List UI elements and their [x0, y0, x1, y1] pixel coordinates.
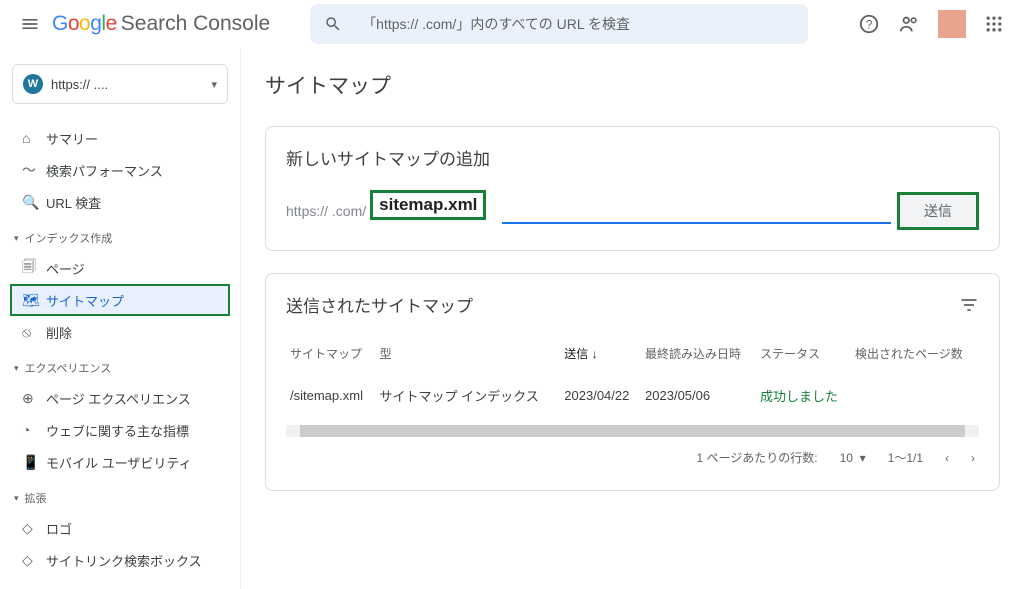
table-row[interactable]: /sitemap.xml サイトマップ インデックス 2023/04/22 20…: [286, 372, 979, 419]
url-prefix: https:// .com/: [286, 203, 366, 219]
nav-summary[interactable]: ⌂サマリー: [0, 122, 240, 154]
rows-per-page-select[interactable]: 10 ▾: [840, 451, 866, 465]
chevron-down-icon: ▾: [211, 78, 217, 91]
next-page-button[interactable]: ›: [971, 451, 975, 465]
col-discovered[interactable]: 検出されたページ数: [851, 335, 979, 372]
col-status[interactable]: ステータス: [756, 335, 851, 372]
search-placeholder: 「https:// .com/」内のすべての URL を検査: [362, 14, 630, 34]
sitemap-icon: 🗺: [22, 292, 46, 309]
nav-pages[interactable]: 🗐ページ: [0, 252, 240, 284]
filter-icon[interactable]: [959, 295, 979, 315]
col-type[interactable]: 型: [375, 335, 560, 372]
nav-removals[interactable]: ⦸削除: [0, 316, 240, 348]
plus-circle-icon: ⊕: [22, 390, 46, 407]
trend-icon: 〜: [22, 160, 46, 180]
sitemap-input-value: sitemap.xml: [370, 190, 486, 220]
cell-sent: 2023/04/22: [560, 372, 641, 419]
nav-sitelinks-search[interactable]: ◇サイトリンク検索ボックス: [0, 544, 240, 576]
url-inspect-search[interactable]: 「https:// .com/」内のすべての URL を検査: [310, 4, 808, 44]
logo: Google Search Console: [52, 12, 270, 36]
apps-icon[interactable]: [984, 14, 1004, 34]
cell-sitemap: /sitemap.xml: [286, 372, 375, 419]
nav-url-inspect[interactable]: 🔍URL 検査: [0, 186, 240, 218]
wordpress-icon: W: [23, 74, 43, 94]
search-icon: [324, 15, 342, 33]
rows-per-page-label: 1 ページあたりの行数:: [696, 449, 817, 466]
add-sitemap-card: 新しいサイトマップの追加 https:// .com/ sitemap.xml …: [265, 126, 1000, 251]
property-selector[interactable]: W https:// .... ▾: [12, 64, 228, 104]
page-title: サイトマップ: [265, 70, 1000, 100]
nav-performance[interactable]: 〜検索パフォーマンス: [0, 154, 240, 186]
tag-icon: ◇: [22, 520, 46, 537]
search-icon: 🔍: [22, 194, 46, 211]
mobile-icon: 📱: [22, 454, 46, 471]
chevron-down-icon: ▾: [14, 233, 19, 244]
nav-logo[interactable]: ◇ロゴ: [0, 512, 240, 544]
submit-button[interactable]: 送信: [897, 192, 979, 230]
nav-page-experience[interactable]: ⊕ページ エクスペリエンス: [0, 382, 240, 414]
avatar[interactable]: [938, 10, 966, 38]
property-label: https:// ....: [51, 77, 108, 92]
nav-group-experience[interactable]: ▾エクスペリエンス: [0, 348, 240, 382]
cell-discovered: [851, 372, 979, 419]
nav-group-index[interactable]: ▾インデックス作成: [0, 218, 240, 252]
nav-mobile-usability[interactable]: 📱モバイル ユーザビリティ: [0, 446, 240, 478]
horizontal-scrollbar[interactable]: [286, 425, 979, 437]
page-range: 1～1/1: [888, 449, 923, 466]
chevron-down-icon: ▾: [14, 363, 19, 374]
block-icon: ⦸: [22, 324, 46, 341]
main-content: サイトマップ 新しいサイトマップの追加 https:// .com/ sitem…: [240, 48, 1024, 589]
help-icon[interactable]: ?: [858, 13, 880, 35]
sitemap-table: サイトマップ 型 送信 ↓ 最終読み込み日時 ステータス 検出されたページ数 /…: [286, 335, 979, 419]
nav-group-enhancements[interactable]: ▾拡張: [0, 478, 240, 512]
sitemap-url-input[interactable]: sitemap.xml: [372, 198, 891, 224]
prev-page-button[interactable]: ‹: [945, 451, 949, 465]
users-icon[interactable]: [898, 13, 920, 35]
hamburger-menu[interactable]: [10, 4, 50, 44]
col-sent[interactable]: 送信 ↓: [560, 335, 641, 372]
pager: 1 ページあたりの行数: 10 ▾ 1～1/1 ‹ ›: [286, 437, 979, 470]
nav-sitemaps[interactable]: 🗺サイトマップ: [10, 284, 230, 316]
svg-text:?: ?: [866, 18, 873, 32]
nav-core-web-vitals[interactable]: ◔ウェブに関する主な指標: [0, 414, 240, 446]
cell-type: サイトマップ インデックス: [375, 372, 560, 419]
logo-google: Google: [52, 12, 117, 36]
cell-last-read: 2023/05/06: [641, 372, 756, 419]
home-icon: ⌂: [22, 130, 46, 146]
pages-icon: 🗐: [22, 256, 46, 280]
sent-sitemaps-card: 送信されたサイトマップ サイトマップ 型 送信 ↓ 最終読み込み日時 ステータス…: [265, 273, 1000, 491]
tag-icon: ◇: [22, 552, 46, 569]
speed-icon: ◔: [22, 422, 46, 438]
sidebar: W https:// .... ▾ ⌂サマリー 〜検索パフォーマンス 🔍URL …: [0, 48, 240, 589]
add-sitemap-title: 新しいサイトマップの追加: [286, 145, 979, 170]
logo-product: Search Console: [121, 12, 270, 36]
cell-status: 成功しました: [756, 372, 851, 419]
col-last-read[interactable]: 最終読み込み日時: [641, 335, 756, 372]
col-sitemap[interactable]: サイトマップ: [286, 335, 375, 372]
sent-sitemaps-title: 送信されたサイトマップ: [286, 292, 473, 317]
chevron-down-icon: ▾: [14, 493, 19, 504]
